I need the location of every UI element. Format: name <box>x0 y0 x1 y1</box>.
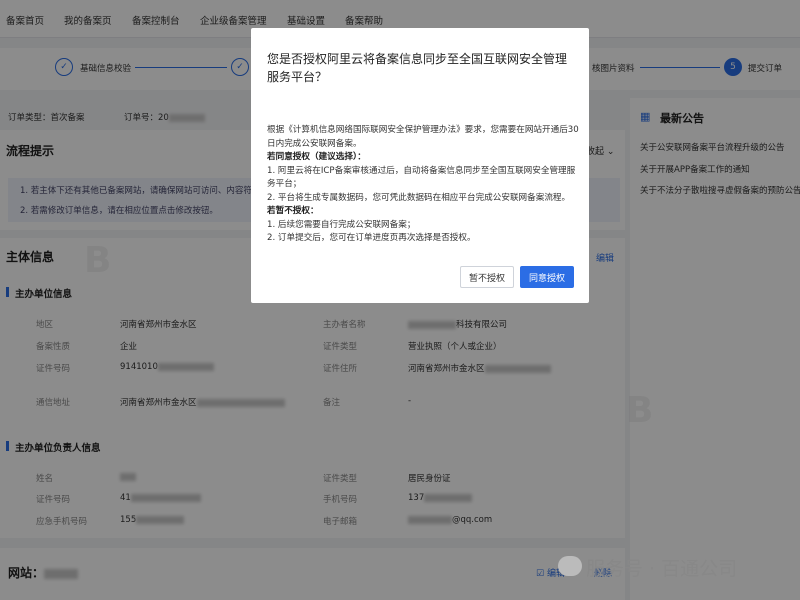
decline-button[interactable]: 暂不授权 <box>460 266 514 288</box>
disagree-point-1: 1. 后续您需要自行完成公安联网备案； <box>267 219 416 230</box>
authorize-button[interactable]: 同意授权 <box>520 266 574 288</box>
agree-point-1: 1. 阿里云将在ICP备案审核通过后，自动将备案信息同步至全国互联网安全管理服务… <box>267 165 576 190</box>
dialog-body: 根据《计算机信息网络国际联网安全保护管理办法》要求，您需要在网站开通后30日内完… <box>267 124 579 246</box>
dialog-title: 您是否授权阿里云将备案信息同步至全国互联网安全管理服务平台？ <box>267 52 568 84</box>
disagree-heading: 若暂不授权： <box>267 206 319 216</box>
agree-point-2: 2. 平台将生成专属数据码，您可凭此数据码在相应平台完成公安联网备案流程。 <box>267 192 571 203</box>
wechat-icon <box>558 556 582 576</box>
agree-heading: 若同意授权（建议选择）： <box>267 152 366 162</box>
watermark-text: 服务号 · 百通公司 <box>586 558 738 580</box>
dialog-intro: 根据《计算机信息网络国际联网安全保护管理办法》要求，您需要在网站开通后30日内完… <box>267 125 579 149</box>
authorization-dialog: 您是否授权阿里云将备案信息同步至全国互联网安全管理服务平台？ 根据《计算机信息网… <box>251 28 589 303</box>
disagree-point-2: 2. 订单提交后，您可在订单进度页再次选择是否授权。 <box>267 233 476 243</box>
